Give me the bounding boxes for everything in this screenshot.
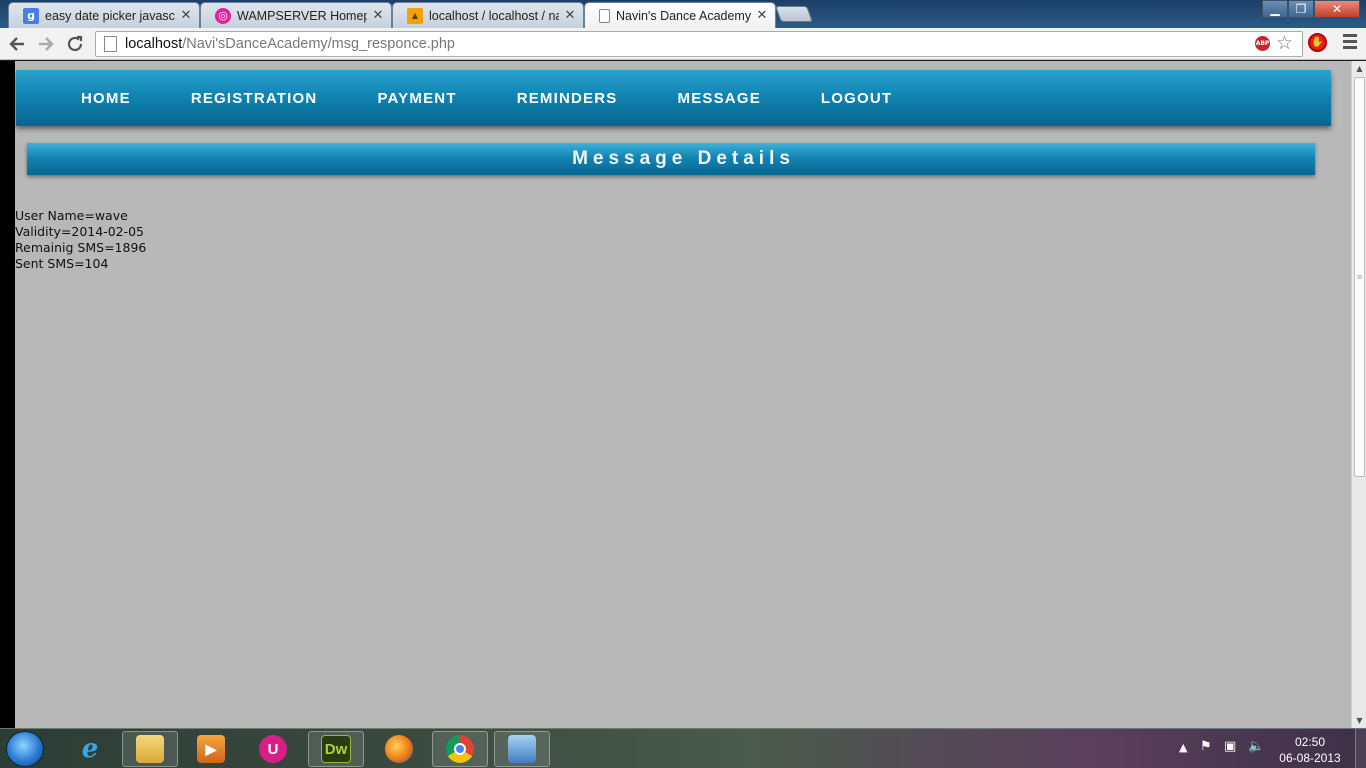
close-tab-icon[interactable]: ✕ xyxy=(371,8,385,23)
adblock-icon[interactable]: ABP xyxy=(1255,36,1270,51)
nav-reminders[interactable]: REMINDERS xyxy=(517,90,618,107)
message-details: User Name=wave Validity=2014-02-05 Remai… xyxy=(15,208,146,272)
back-button[interactable] xyxy=(5,32,29,56)
tab-date-picker[interactable]: g easy date picker javascript ✕ xyxy=(8,2,200,28)
reload-button[interactable] xyxy=(63,32,87,56)
detail-sent-sms: Sent SMS=104 xyxy=(15,256,109,271)
close-tab-icon[interactable]: ✕ xyxy=(755,8,769,23)
page-header-bar: Message Details xyxy=(27,143,1315,175)
bookmark-star-icon[interactable]: ☆ xyxy=(1276,32,1293,54)
taskbar-chrome[interactable] xyxy=(432,731,488,767)
url-path: /Navi'sDanceAcademy/msg_responce.php xyxy=(182,36,456,52)
page-body: HOME REGISTRATION PAYMENT REMINDERS MESS… xyxy=(15,61,1351,728)
show-hidden-icons-arrow-icon[interactable]: ▲ xyxy=(1179,741,1187,754)
close-window-button[interactable]: ✕ xyxy=(1314,0,1360,18)
phpmyadmin-icon: ▲ xyxy=(407,7,423,24)
detail-validity: Validity=2014-02-05 xyxy=(15,224,145,239)
page-icon xyxy=(599,8,610,23)
site-nav: HOME REGISTRATION PAYMENT REMINDERS MESS… xyxy=(16,70,1331,126)
control-panel-icon xyxy=(508,735,536,763)
google-icon: g xyxy=(23,7,39,24)
nav-message[interactable]: MESSAGE xyxy=(678,90,761,107)
action-center-flag-icon[interactable]: ⚑ xyxy=(1200,739,1212,754)
taskbar-dreamweaver[interactable]: Dw xyxy=(308,731,364,767)
nav-home[interactable]: HOME xyxy=(81,90,131,107)
forward-button[interactable] xyxy=(34,32,58,56)
clock-date: 06-08-2013 xyxy=(1279,751,1341,765)
tab-title: WAMPSERVER Homepage xyxy=(237,8,367,23)
tab-wampserver[interactable]: ◎ WAMPSERVER Homepage ✕ xyxy=(200,2,392,28)
taskbar-uc-app[interactable]: U xyxy=(245,731,301,767)
tab-title: easy date picker javascript xyxy=(45,8,175,23)
detail-user-name: User Name=wave xyxy=(15,208,128,223)
new-tab-button[interactable] xyxy=(775,6,813,22)
windows-taskbar: e ▶ U Dw ▲ ⚑ ▣ 🔈 02:50 06-08-2013 xyxy=(0,728,1366,768)
reload-icon xyxy=(67,35,83,52)
nav-payment[interactable]: PAYMENT xyxy=(377,90,456,107)
stop-extension-icon[interactable]: ✋ xyxy=(1308,33,1327,52)
network-icon[interactable]: ▣ xyxy=(1224,739,1236,754)
detail-remaining-sms: Remainig SMS=1896 xyxy=(15,240,147,255)
address-bar[interactable]: localhost/Navi'sDanceAcademy/msg_responc… xyxy=(95,31,1303,57)
system-clock[interactable]: 02:50 06-08-2013 xyxy=(1270,734,1350,766)
taskbar-media-player[interactable]: ▶ xyxy=(183,731,239,767)
clock-time: 02:50 xyxy=(1294,735,1326,749)
folder-icon xyxy=(136,735,164,763)
show-desktop-button[interactable] xyxy=(1355,729,1366,768)
tab-title: Navin's Dance Academy xyxy=(616,8,751,23)
media-player-icon: ▶ xyxy=(197,735,225,763)
scroll-down-arrow-icon[interactable]: ▼ xyxy=(1352,713,1366,728)
scroll-up-arrow-icon[interactable]: ▲ xyxy=(1352,61,1366,76)
taskbar-windows-explorer[interactable] xyxy=(122,731,178,767)
internet-explorer-icon: e xyxy=(81,734,99,764)
page-title: Message Details xyxy=(572,148,795,169)
start-button[interactable] xyxy=(6,731,44,767)
page-icon xyxy=(104,36,117,52)
scrollbar-thumb[interactable]: ≡ xyxy=(1354,77,1365,477)
chrome-icon xyxy=(446,735,474,763)
taskbar-internet-explorer[interactable]: e xyxy=(62,731,118,767)
browser-tab-strip: g easy date picker javascript ✕ ◎ WAMPSE… xyxy=(0,0,1366,28)
browser-viewport: HOME REGISTRATION PAYMENT REMINDERS MESS… xyxy=(0,61,1366,728)
url-host: localhost xyxy=(125,36,183,52)
tab-phpmyadmin[interactable]: ▲ localhost / localhost / navi ✕ xyxy=(392,2,584,28)
dreamweaver-icon: Dw xyxy=(321,735,351,763)
forward-arrow-icon xyxy=(39,37,54,51)
close-tab-icon[interactable]: ✕ xyxy=(563,8,577,23)
close-tab-icon[interactable]: ✕ xyxy=(179,8,193,23)
taskbar-firefox[interactable] xyxy=(371,731,427,767)
browser-toolbar: localhost/Navi'sDanceAcademy/msg_responc… xyxy=(0,28,1366,60)
back-arrow-icon xyxy=(9,37,24,51)
nav-registration[interactable]: REGISTRATION xyxy=(191,90,318,107)
tab-navins-dance-academy[interactable]: Navin's Dance Academy ✕ xyxy=(584,2,776,28)
vertical-scrollbar[interactable]: ▲ ≡ ▼ xyxy=(1351,61,1366,728)
restore-window-button[interactable]: ❐ xyxy=(1288,0,1314,18)
nav-logout[interactable]: LOGOUT xyxy=(821,90,892,107)
wamp-icon: ◎ xyxy=(215,7,231,24)
minimize-window-button[interactable]: ▁ xyxy=(1262,0,1288,18)
volume-muted-icon[interactable]: 🔈 xyxy=(1248,739,1264,754)
tab-title: localhost / localhost / navi xyxy=(429,8,559,23)
uc-app-icon: U xyxy=(259,735,287,763)
taskbar-control-panel[interactable] xyxy=(494,731,550,767)
chrome-menu-icon[interactable] xyxy=(1343,34,1357,52)
firefox-icon xyxy=(385,735,413,763)
